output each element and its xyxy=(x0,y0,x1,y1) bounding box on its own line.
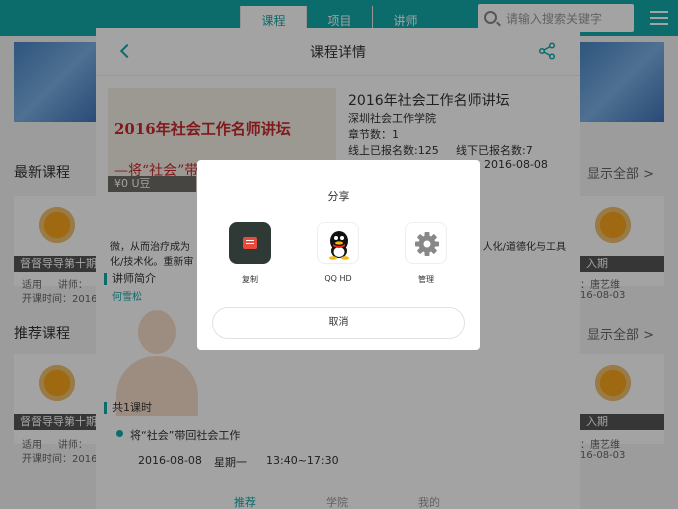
share-dialog-title: 分享 xyxy=(327,190,350,203)
share-qq-label: QQ HD xyxy=(324,274,352,283)
share-copy-label: 复制 xyxy=(242,275,258,284)
copy-icon xyxy=(229,222,271,264)
gear-icon xyxy=(405,222,447,264)
share-copy-button[interactable]: 复制 xyxy=(220,222,280,285)
share-dialog: 分享 复制 QQ HD 管理 取消 xyxy=(197,160,480,350)
share-manage-label: 管理 xyxy=(418,275,434,284)
share-manage-button[interactable]: 管理 xyxy=(396,222,456,285)
qq-icon xyxy=(317,222,359,264)
cancel-button[interactable]: 取消 xyxy=(212,307,465,339)
share-qq-button[interactable]: QQ HD xyxy=(308,222,368,283)
